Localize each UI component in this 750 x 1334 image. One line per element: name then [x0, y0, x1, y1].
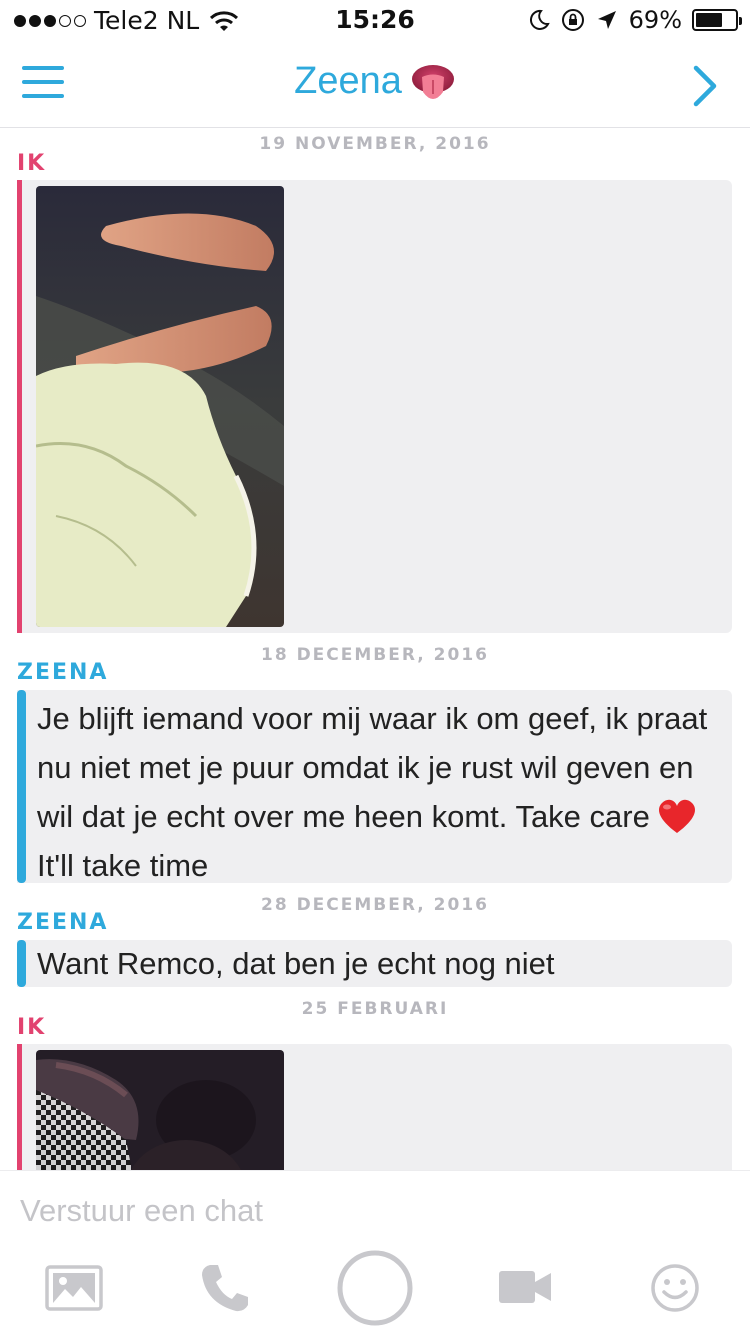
chevron-right-icon[interactable] [690, 64, 720, 108]
battery-icon [692, 9, 742, 31]
location-arrow-icon [597, 11, 616, 29]
sender-bar [17, 180, 22, 633]
smiley-icon[interactable] [650, 1263, 700, 1313]
sender-label: IK [17, 1015, 47, 1040]
capture-circle-icon[interactable] [336, 1249, 414, 1327]
chat-composer [0, 1170, 750, 1334]
status-bar: Tele2 NL 15:26 69% [0, 0, 750, 40]
message-bubble[interactable]: Je blijft iemand voor mij waar ik om gee… [17, 690, 732, 883]
sender-bar [17, 940, 26, 987]
chat-header: Zeena [0, 40, 750, 128]
image-icon[interactable] [45, 1265, 103, 1311]
message-bubble[interactable]: Want Remco, dat ben je echt nog niet [17, 940, 732, 987]
message-bubble [17, 180, 732, 633]
tongue-emoji [411, 65, 454, 99]
snap-image-thumbnail[interactable] [36, 186, 284, 627]
battery-fill [696, 13, 723, 27]
video-icon[interactable] [497, 1269, 553, 1305]
chat-input[interactable] [20, 1193, 720, 1229]
red-heart-emoji [658, 799, 695, 833]
message-text: Want Remco, dat ben je echt nog niet [37, 946, 555, 981]
sender-label: ZEENA [17, 910, 109, 935]
contact-name: Zeena [294, 60, 402, 103]
message-text: Je blijft iemand voor mij waar ik om gee… [37, 701, 708, 883]
phone-icon[interactable] [198, 1261, 252, 1315]
battery-percent: 69% [628, 6, 682, 34]
composer-toolbar [0, 1249, 750, 1329]
sender-label: IK [17, 151, 47, 176]
rotation-lock-icon [561, 9, 584, 31]
snap-image-thumbnail[interactable] [36, 1050, 284, 1170]
status-icons: 69% [527, 6, 742, 34]
sender-bar [17, 1044, 22, 1170]
sender-label: ZEENA [17, 660, 109, 685]
snap-image [36, 1050, 284, 1170]
moon-icon [529, 9, 550, 30]
date-separator: 25 FEBRUARI [301, 999, 449, 1019]
chat-messages[interactable]: 19 NOVEMBER, 2016 IK 18 DECEMBER, 2016 Z… [0, 129, 750, 1170]
date-separator: 19 NOVEMBER, 2016 [259, 134, 491, 154]
message-bubble [17, 1044, 732, 1170]
chat-title[interactable]: Zeena [0, 60, 750, 106]
date-separator: 28 DECEMBER, 2016 [261, 895, 489, 915]
sender-bar [17, 690, 26, 883]
snap-image [36, 186, 284, 627]
date-separator: 18 DECEMBER, 2016 [261, 645, 489, 665]
